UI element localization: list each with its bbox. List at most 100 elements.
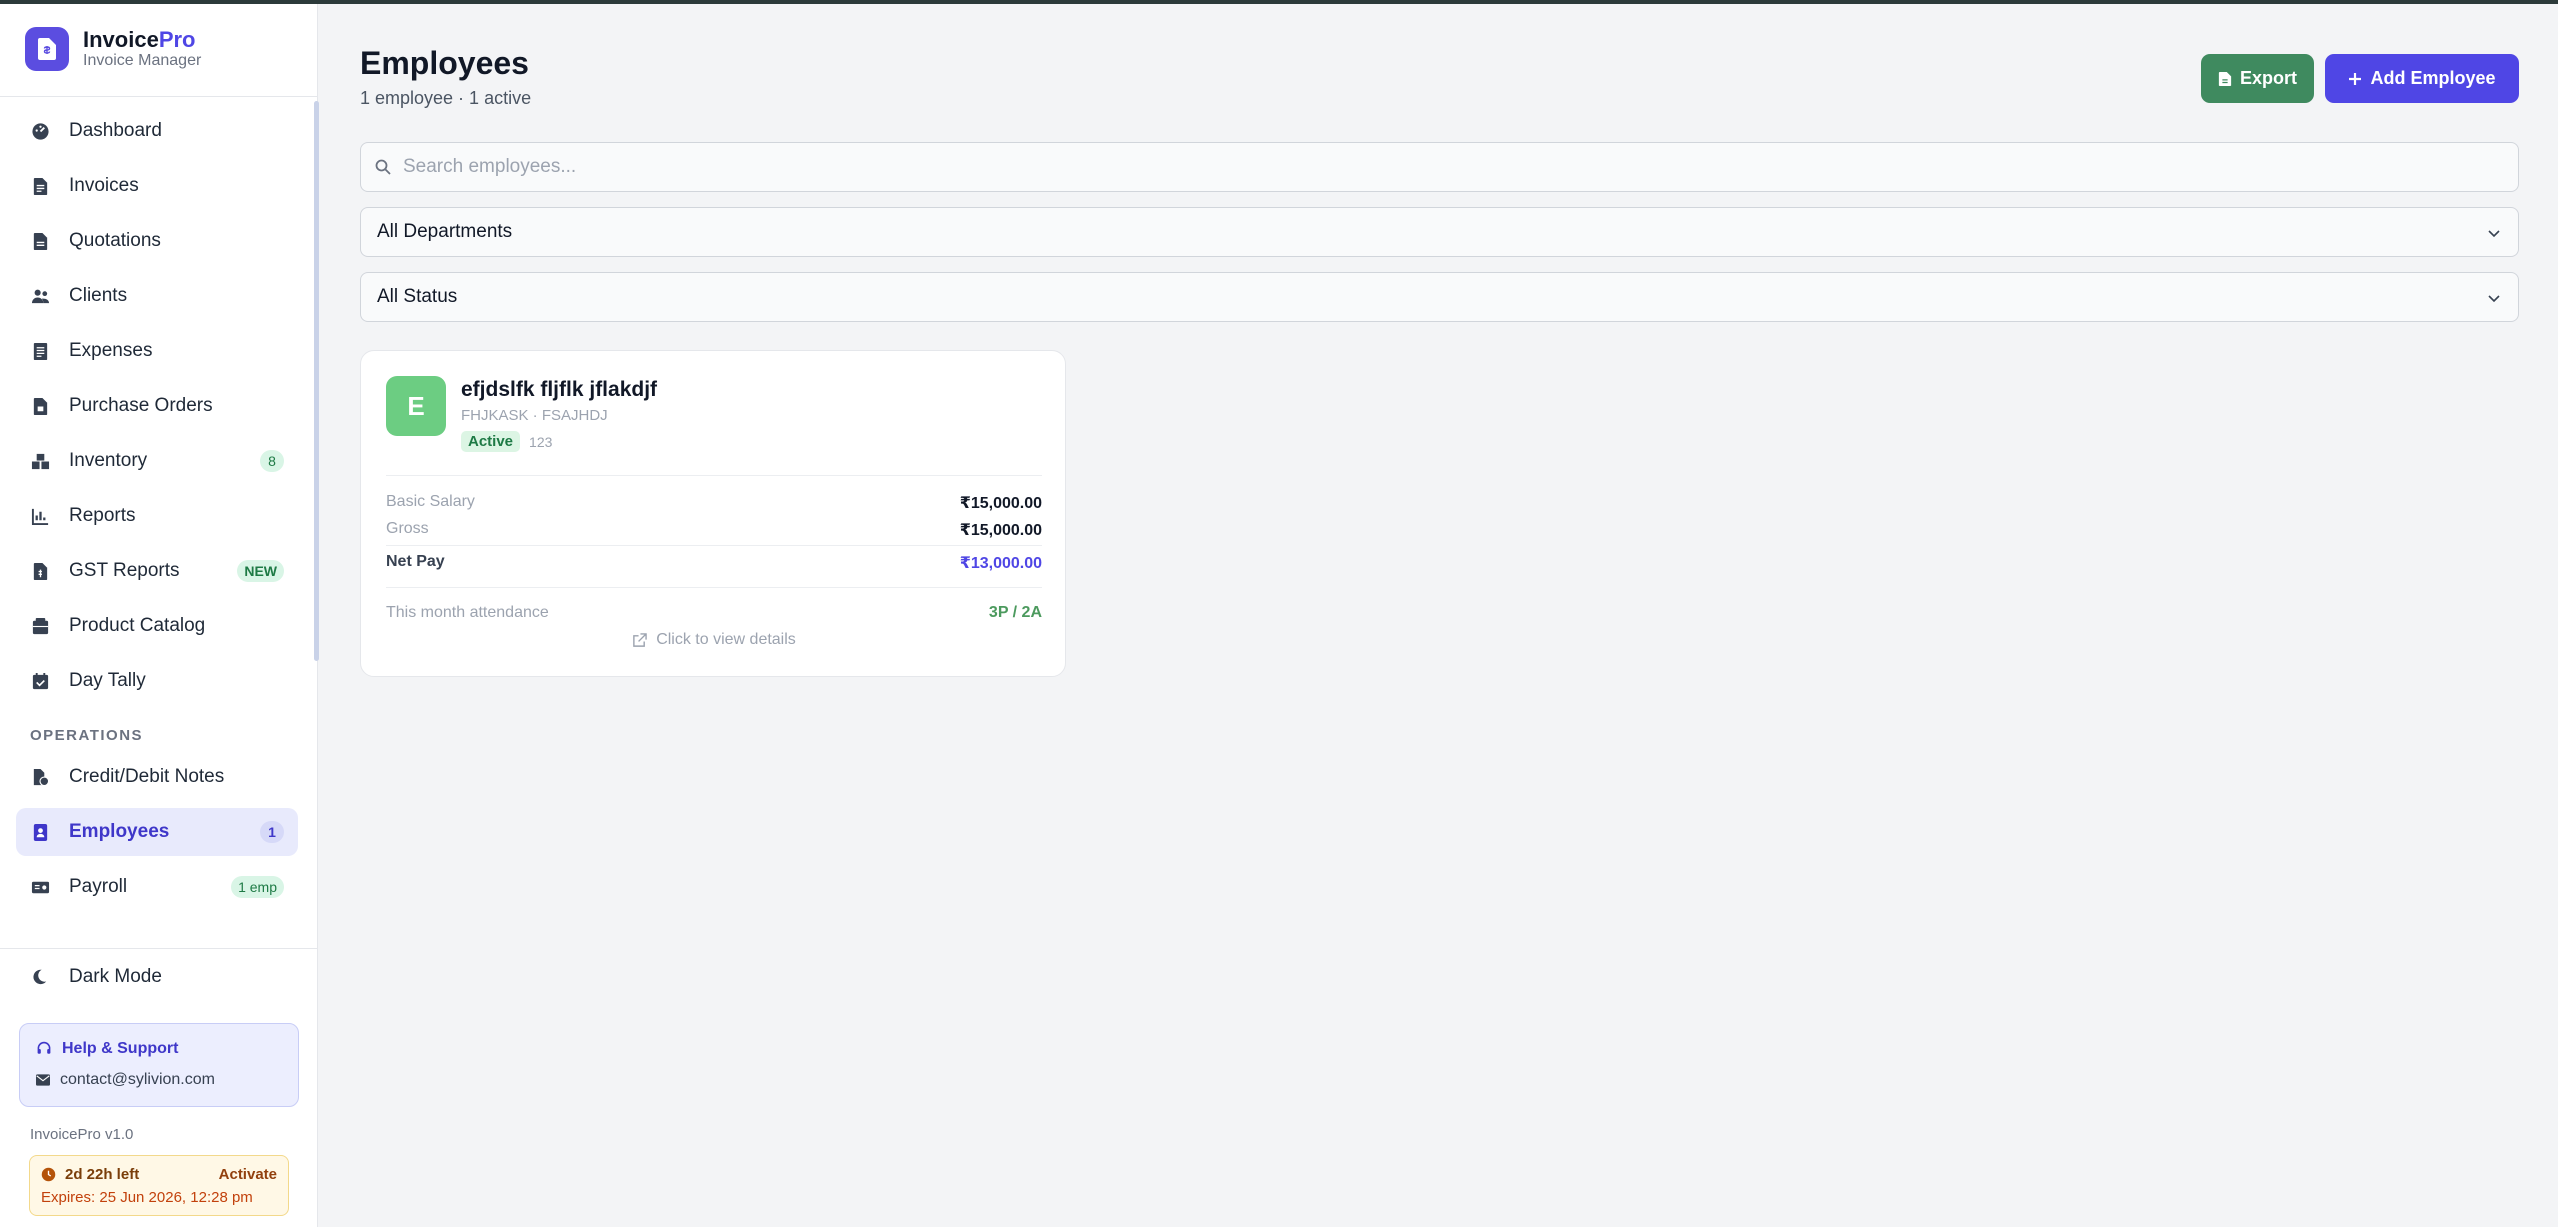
- sidebar-item-expenses[interactable]: Expenses: [16, 327, 298, 375]
- export-label: Export: [2239, 68, 2297, 88]
- sidebar-item-employees[interactable]: Employees 1: [16, 808, 298, 856]
- brand-logo-icon: [25, 27, 69, 71]
- clock-icon: [41, 1167, 56, 1182]
- sidebar-item-reports[interactable]: Reports: [16, 492, 298, 540]
- department-select[interactable]: All Departments: [360, 207, 2519, 257]
- sidebar-item-purchase-orders[interactable]: Purchase Orders: [16, 382, 298, 430]
- add-employee-label: Add Employee: [2370, 68, 2496, 88]
- purchase-order-icon: [30, 396, 50, 416]
- sidebar-nav: Dashboard Invoices Quotations Clients Ex…: [16, 100, 298, 911]
- support-email[interactable]: contact@sylivion.com: [60, 1071, 215, 1089]
- sidebar-scrollbar[interactable]: [314, 101, 319, 661]
- help-support-panel[interactable]: Help & Support contact@sylivion.com: [19, 1023, 299, 1107]
- sidebar-item-label: Dashboard: [69, 120, 162, 141]
- employee-name: efjdslfk fljflk jflakdjf: [461, 378, 658, 401]
- chart-icon: [30, 506, 50, 526]
- sidebar-item-label: Expenses: [69, 340, 153, 361]
- sidebar-item-label: Invoices: [69, 175, 139, 196]
- sidebar-item-quotations[interactable]: Quotations: [16, 217, 298, 265]
- calendar-icon: [30, 671, 50, 691]
- gross-row: Gross ₹15,000.00: [386, 520, 1042, 540]
- sidebar-item-label: Reports: [69, 505, 136, 526]
- app-version: InvoicePro v1.0: [30, 1126, 134, 1143]
- sidebar-item-label: Employees: [69, 821, 170, 842]
- net-pay-label: Net Pay: [386, 553, 445, 570]
- sidebar-item-day-tally[interactable]: Day Tally: [16, 657, 298, 705]
- net-pay-row: Net Pay ₹13,000.00: [386, 553, 1042, 573]
- net-pay-value: ₹13,000.00: [959, 555, 1042, 572]
- attendance-row: This month attendance 3P / 2A: [386, 604, 1042, 622]
- export-button[interactable]: Export: [2201, 54, 2314, 103]
- status-value: All Status: [377, 286, 458, 307]
- quotation-icon: [30, 231, 50, 251]
- brand[interactable]: InvoicePro Invoice Manager: [25, 27, 201, 71]
- sidebar-item-product-catalog[interactable]: Product Catalog: [16, 602, 298, 650]
- dashboard-icon: [30, 121, 50, 141]
- status-badge: Active: [461, 431, 521, 452]
- divider: [0, 96, 318, 97]
- employee-card[interactable]: E efjdslfk fljflk jflakdjf FHJKASK · FSA…: [360, 350, 1066, 677]
- sidebar-item-label: Inventory: [69, 450, 148, 471]
- catalog-icon: [30, 616, 50, 636]
- trial-banner: 2d 22h left Activate Expires: 25 Jun 202…: [29, 1155, 289, 1216]
- sidebar-item-label: GST Reports: [69, 560, 180, 581]
- gross-value: ₹15,000.00: [959, 522, 1042, 539]
- attendance-label: This month attendance: [386, 604, 549, 621]
- sidebar-item-inventory[interactable]: Inventory 8: [16, 437, 298, 485]
- gross-label: Gross: [386, 520, 429, 537]
- department-value: All Departments: [377, 221, 513, 242]
- divider: [386, 475, 1042, 476]
- trial-expiry: Expires: 25 Jun 2026, 12:28 pm: [41, 1189, 253, 1206]
- brand-subtitle: Invoice Manager: [83, 52, 202, 70]
- external-link-icon: [633, 632, 647, 647]
- sidebar-item-label: Clients: [69, 285, 128, 306]
- boxes-icon: [30, 451, 50, 471]
- employee-code: 123: [529, 433, 553, 450]
- dark-mode-toggle[interactable]: Dark Mode: [30, 966, 162, 988]
- brand-name: InvoicePro: [83, 27, 196, 53]
- add-employee-button[interactable]: Add Employee: [2325, 54, 2519, 103]
- divider: [386, 587, 1042, 588]
- activate-button[interactable]: Activate: [219, 1166, 277, 1183]
- avatar: E: [386, 376, 446, 436]
- new-badge: NEW: [237, 560, 284, 582]
- view-details-link[interactable]: Click to view details: [361, 631, 1067, 649]
- users-icon: [30, 286, 50, 306]
- sidebar-item-clients[interactable]: Clients: [16, 272, 298, 320]
- file-icon: [2218, 71, 2232, 86]
- moon-icon: [33, 969, 47, 985]
- payroll-badge: 1 emp: [231, 876, 284, 898]
- sidebar-item-payroll[interactable]: Payroll 1 emp: [16, 863, 298, 911]
- id-badge-icon: [30, 822, 50, 842]
- help-title: Help & Support: [62, 1040, 179, 1057]
- inventory-count-badge: 8: [260, 450, 284, 472]
- employees-count-badge: 1: [260, 821, 284, 843]
- section-label-operations: OPERATIONS: [30, 727, 144, 744]
- view-details-label: Click to view details: [656, 631, 796, 648]
- page-subtitle: 1 employee · 1 active: [360, 88, 532, 108]
- gst-file-icon: [30, 561, 50, 581]
- sidebar-item-credit-debit-notes[interactable]: Credit/Debit Notes: [16, 753, 298, 801]
- sidebar: InvoicePro Invoice Manager Dashboard Inv…: [0, 4, 319, 1227]
- chevron-down-icon: [2488, 230, 2500, 238]
- search-input[interactable]: Search employees...: [360, 142, 2519, 192]
- sidebar-item-invoices[interactable]: Invoices: [16, 162, 298, 210]
- invoice-icon: [30, 176, 50, 196]
- basic-salary-value: ₹15,000.00: [959, 495, 1042, 512]
- dark-mode-label: Dark Mode: [69, 966, 162, 987]
- sidebar-item-gst-reports[interactable]: GST Reports NEW: [16, 547, 298, 595]
- sidebar-item-label: Purchase Orders: [69, 395, 213, 416]
- mail-icon: [36, 1074, 50, 1086]
- status-select[interactable]: All Status: [360, 272, 2519, 322]
- sidebar-item-label: Product Catalog: [69, 615, 206, 636]
- search-placeholder: Search employees...: [403, 156, 577, 177]
- notes-icon: [30, 767, 50, 787]
- trial-time-left: 2d 22h left: [65, 1166, 140, 1183]
- receipt-icon: [30, 341, 50, 361]
- chevron-down-icon: [2488, 295, 2500, 303]
- plus-icon: [2349, 72, 2362, 85]
- divider: [0, 948, 318, 949]
- sidebar-item-label: Day Tally: [69, 670, 146, 691]
- sidebar-item-dashboard[interactable]: Dashboard: [16, 107, 298, 155]
- headset-icon: [37, 1041, 51, 1054]
